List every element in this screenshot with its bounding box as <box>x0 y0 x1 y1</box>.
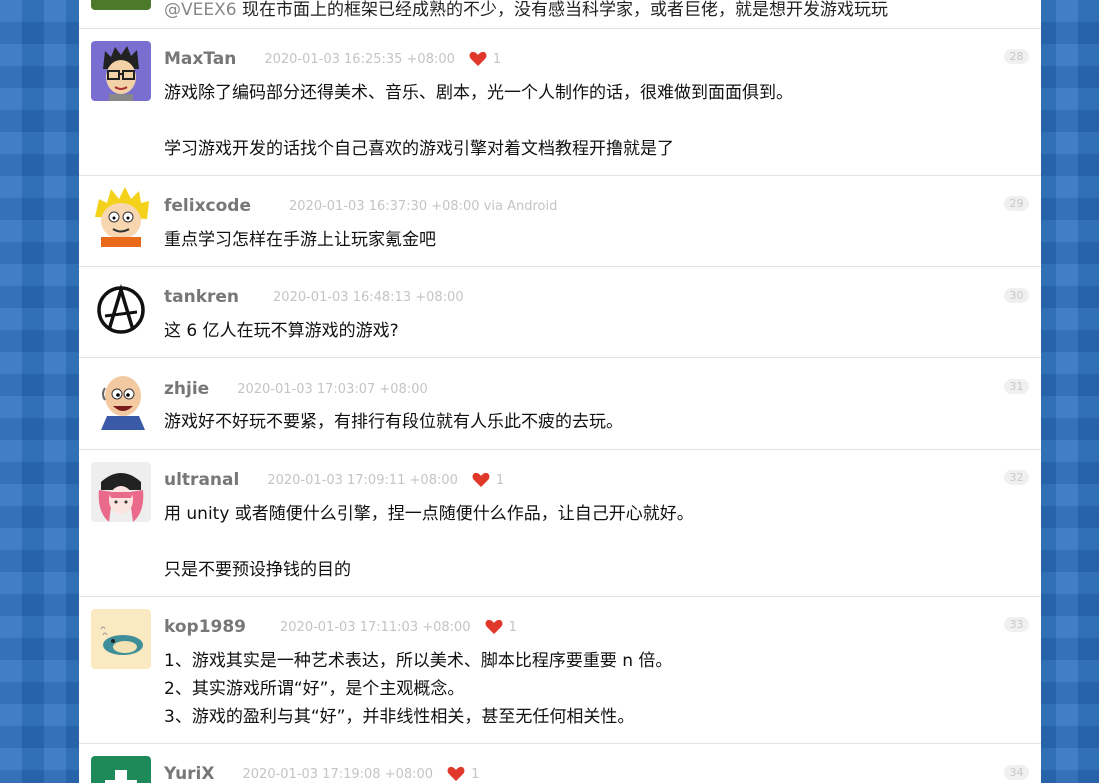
avatar-anime-girl-icon <box>91 462 151 522</box>
floor-number: 33 <box>1004 617 1029 632</box>
avatar[interactable] <box>91 370 151 430</box>
floor-number: 30 <box>1004 288 1029 303</box>
thanks-indicator: 1 <box>469 51 501 67</box>
reply-meta: ultranal 2020-01-03 17:09:11 +08:00 1 <box>164 469 504 491</box>
avatar-snorlax-icon <box>91 609 151 669</box>
thanks-indicator: 1 <box>447 766 479 782</box>
reply-line: 只是不要预设挣钱的目的 <box>164 560 351 580</box>
reply-item: YuriX 2020-01-03 17:19:08 +08:00 1 34 <box>79 744 1041 783</box>
reply-meta: kop1989 2020-01-03 17:11:03 +08:00 1 <box>164 616 517 638</box>
avatar-yellow-hair-cartoon-icon <box>91 187 151 247</box>
reply-content: 游戏好不好玩不要紧，有排行有段位就有人乐此不疲的去玩。 <box>164 408 1024 436</box>
floor-number: 29 <box>1004 196 1029 211</box>
reply-meta: YuriX 2020-01-03 17:19:08 +08:00 1 <box>164 763 479 783</box>
reply-line: 2、其实游戏所谓“好”，是个主观概念。 <box>164 679 465 699</box>
reply-line: 这 6 亿人在玩不算游戏的游戏? <box>164 321 399 341</box>
reply-item: MaxTan 2020-01-03 16:25:35 +08:00 1 28 游… <box>79 29 1041 176</box>
username-link[interactable]: felixcode <box>164 196 251 216</box>
thanks-indicator: 1 <box>485 619 517 635</box>
reply-time: 2020-01-03 17:11:03 +08:00 <box>280 619 471 635</box>
like-count: 1 <box>508 619 517 635</box>
reply-time: 2020-01-03 16:25:35 +08:00 <box>264 51 455 67</box>
reply-content: 1、游戏其实是一种艺术表达，所以美术、脚本比程序要重要 n 倍。 2、其实游戏所… <box>164 647 1024 731</box>
reply-meta: MaxTan 2020-01-03 16:25:35 +08:00 1 <box>164 48 501 70</box>
floor-number: 28 <box>1004 49 1029 64</box>
username-link[interactable]: ultranal <box>164 470 239 490</box>
avatar[interactable] <box>91 41 151 101</box>
heart-icon <box>469 51 487 66</box>
reply-meta: felixcode 2020-01-03 16:37:30 +08:00 via… <box>164 195 557 217</box>
reply-time: 2020-01-03 17:09:11 +08:00 <box>267 472 458 488</box>
heart-icon <box>472 472 490 487</box>
reply-item: tankren 2020-01-03 16:48:13 +08:00 30 这 … <box>79 267 1041 358</box>
avatar-bald-cartoon-icon <box>91 370 151 430</box>
reply-meta: tankren 2020-01-03 16:48:13 +08:00 <box>164 286 464 308</box>
reply-line: 游戏除了编码部分还得美术、音乐、剧本，光一个人制作的话，很难做到面面俱到。 <box>164 83 793 103</box>
like-count: 1 <box>492 51 502 67</box>
reply-line: 游戏好不好玩不要紧，有排行有段位就有人乐此不疲的去玩。 <box>164 412 623 432</box>
reply-line: 用 unity 或者随便什么引擎，捏一点随便什么作品，让自己开心就好。 <box>164 504 694 524</box>
reply-content: 重点学习怎样在手游上让玩家氪金吧 <box>164 226 1024 254</box>
floor-number: 31 <box>1004 379 1029 394</box>
avatar[interactable] <box>91 609 151 669</box>
floor-number: 34 <box>1004 765 1029 780</box>
reply-line: 学习游戏开发的话找个自己喜欢的游戏引擎对着文档教程开撸就是了 <box>164 139 674 159</box>
reply-item: @VEEX6 现在市面上的框架已经成熟的不少，没有感当科学家，或者巨佬，就是想开… <box>79 0 1041 29</box>
like-count: 1 <box>471 766 480 782</box>
reply-line: 1、游戏其实是一种艺术表达，所以美术、脚本比程序要重要 n 倍。 <box>164 651 673 671</box>
reply-time: 2020-01-03 17:19:08 +08:00 <box>242 766 434 782</box>
avatar[interactable] <box>91 756 151 783</box>
avatar[interactable] <box>91 0 151 10</box>
like-count: 1 <box>495 472 505 488</box>
avatar[interactable] <box>91 462 151 522</box>
avatar[interactable] <box>91 278 151 338</box>
heart-icon <box>447 766 465 781</box>
username-link[interactable]: MaxTan <box>164 49 236 69</box>
reply-time: 2020-01-03 17:03:07 +08:00 <box>237 381 428 397</box>
avatar[interactable] <box>91 187 151 247</box>
reply-line: 重点学习怎样在手游上让玩家氪金吧 <box>164 230 436 250</box>
reply-line: 3、游戏的盈利与其“好”，并非线性相关，甚至无任何相关性。 <box>164 707 635 727</box>
reply-line: 现在市面上的框架已经成熟的不少，没有感当科学家，或者巨佬，就是想开发游戏玩玩 <box>241 0 888 20</box>
reply-content: 这 6 亿人在玩不算游戏的游戏? <box>164 317 1024 345</box>
reply-time: 2020-01-03 16:48:13 +08:00 <box>273 289 464 305</box>
reply-time: 2020-01-03 16:37:30 +08:00 via Android <box>289 198 558 214</box>
avatar-anarchy-symbol-icon <box>91 278 151 338</box>
reply-content: @VEEX6 现在市面上的框架已经成熟的不少，没有感当科学家，或者巨佬，就是想开… <box>164 0 1024 24</box>
thanks-indicator: 1 <box>472 472 504 488</box>
mention-link[interactable]: @VEEX6 <box>164 0 237 20</box>
floor-number: 32 <box>1004 470 1029 485</box>
username-link[interactable]: tankren <box>164 287 239 307</box>
username-link[interactable]: zhjie <box>164 379 209 399</box>
reply-item: ultranal 2020-01-03 17:09:11 +08:00 1 32… <box>79 450 1041 597</box>
reply-meta: zhjie 2020-01-03 17:03:07 +08:00 <box>164 378 428 400</box>
reply-item: felixcode 2020-01-03 16:37:30 +08:00 via… <box>79 176 1041 267</box>
reply-content: 游戏除了编码部分还得美术、音乐、剧本，光一个人制作的话，很难做到面面俱到。 学习… <box>164 79 1024 163</box>
avatar-glasses-cartoon-icon <box>91 41 151 101</box>
heart-icon <box>485 619 503 634</box>
reply-item: zhjie 2020-01-03 17:03:07 +08:00 31 游戏好不… <box>79 358 1041 450</box>
reply-content: 用 unity 或者随便什么引擎，捏一点随便什么作品，让自己开心就好。 只是不要… <box>164 500 1024 584</box>
username-link[interactable]: kop1989 <box>164 617 246 637</box>
reply-item: kop1989 2020-01-03 17:11:03 +08:00 1 33 … <box>79 597 1041 744</box>
username-link[interactable]: YuriX <box>164 764 215 783</box>
replies-panel: @VEEX6 现在市面上的框架已经成熟的不少，没有感当科学家，或者巨佬，就是想开… <box>79 0 1041 783</box>
avatar-green-cross-icon <box>91 756 151 783</box>
